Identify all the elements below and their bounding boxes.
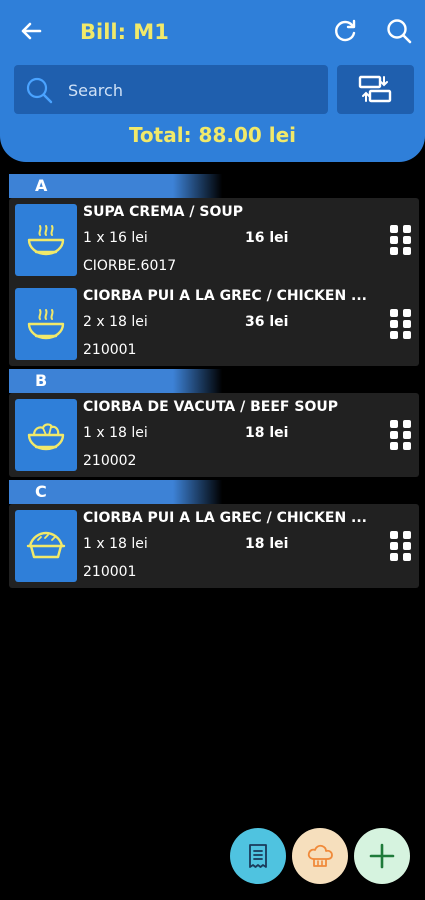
page-title: Bill: M1 — [80, 20, 169, 44]
arrow-left-icon — [21, 22, 42, 40]
section-card-c: CIORBA PUI A LA GREC / CHICKEN ... 1 x 1… — [9, 504, 419, 588]
search-input[interactable] — [66, 65, 320, 116]
item-quantity: 1 x 18 lei — [83, 425, 148, 441]
search-box[interactable] — [14, 65, 328, 116]
app-header: Bill: M1 Total: 88.00 lei — [0, 0, 425, 162]
list-item[interactable]: SUPA CREMA / SOUP 1 x 16 lei 16 lei CIOR… — [9, 198, 419, 282]
section-header-c: C — [9, 480, 419, 504]
section-header-a: A — [9, 174, 419, 198]
list-item[interactable]: CIORBA PUI A LA GREC / CHICKEN ... 2 x 1… — [9, 282, 419, 366]
soup-bowl-icon — [27, 309, 65, 340]
search-field-icon — [26, 77, 53, 104]
salad-bowl-icon — [27, 423, 65, 451]
item-code: 210002 — [83, 453, 137, 469]
refresh-icon — [335, 19, 356, 42]
pie-icon — [26, 531, 66, 559]
plus-icon — [369, 843, 395, 869]
section-card-a: SUPA CREMA / SOUP 1 x 16 lei 16 lei CIOR… — [9, 198, 419, 366]
kitchen-order-button[interactable] — [292, 828, 348, 884]
item-thumbnail — [15, 510, 77, 582]
soup-bowl-icon — [27, 225, 65, 256]
refresh-button[interactable] — [330, 16, 360, 46]
item-code: CIORBE.6017 — [83, 258, 177, 274]
search-icon — [387, 19, 412, 44]
item-menu-icon[interactable] — [389, 224, 413, 256]
item-total: 36 lei — [245, 314, 289, 330]
item-name: CIORBA PUI A LA GREC / CHICKEN ... — [83, 510, 367, 526]
item-menu-icon[interactable] — [389, 419, 413, 451]
add-item-button[interactable] — [354, 828, 410, 884]
list-item[interactable]: CIORBA DE VACUTA / BEEF SOUP 1 x 18 lei … — [9, 393, 419, 477]
item-total: 18 lei — [245, 425, 289, 441]
bill-total: Total: 88.00 lei — [128, 123, 297, 147]
bill-item-list: A SUPA CREMA / SOUP 1 x 16 lei 16 lei CI… — [0, 174, 425, 588]
item-thumbnail — [15, 288, 77, 360]
item-menu-icon[interactable] — [389, 530, 413, 562]
item-total: 16 lei — [245, 230, 289, 246]
transfer-table-button[interactable] — [337, 65, 414, 114]
item-quantity: 1 x 18 lei — [83, 536, 148, 552]
item-code: 210001 — [83, 342, 137, 358]
item-quantity: 1 x 16 lei — [83, 230, 148, 246]
section-header-b: B — [9, 369, 419, 393]
item-thumbnail — [15, 204, 77, 276]
back-button[interactable] — [16, 16, 46, 46]
search-button[interactable] — [384, 16, 414, 46]
item-name: SUPA CREMA / SOUP — [83, 204, 243, 220]
item-code: 210001 — [83, 564, 137, 580]
item-quantity: 2 x 18 lei — [83, 314, 148, 330]
receipt-button[interactable] — [230, 828, 286, 884]
receipt-icon — [249, 844, 267, 868]
item-name: CIORBA DE VACUTA / BEEF SOUP — [83, 399, 338, 415]
item-name: CIORBA PUI A LA GREC / CHICKEN ... — [83, 288, 367, 304]
item-menu-icon[interactable] — [389, 308, 413, 340]
list-item[interactable]: CIORBA PUI A LA GREC / CHICKEN ... 1 x 1… — [9, 504, 419, 588]
section-card-b: CIORBA DE VACUTA / BEEF SOUP 1 x 18 lei … — [9, 393, 419, 477]
item-total: 18 lei — [245, 536, 289, 552]
item-thumbnail — [15, 399, 77, 471]
chef-hat-icon — [307, 844, 333, 867]
transfer-icon — [358, 75, 392, 103]
